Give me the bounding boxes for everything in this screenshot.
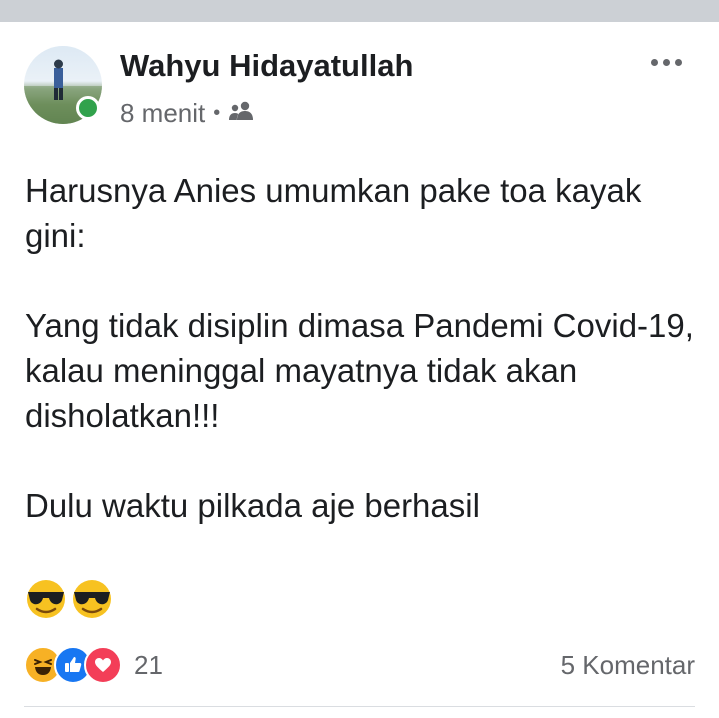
online-status-indicator <box>76 96 100 120</box>
friends-icon[interactable] <box>228 98 254 129</box>
more-dot <box>662 58 670 66</box>
more-dot <box>650 58 658 66</box>
more-dot <box>674 58 682 66</box>
post-meta: 8 menit • <box>120 98 254 129</box>
cool-sunglasses-emoji <box>70 578 114 625</box>
post-paragraph: Harusnya Anies umumkan pake toa kayak gi… <box>25 172 642 254</box>
post-body: Harusnya Anies umumkan pake toa kayak gi… <box>25 168 695 528</box>
comments-count-link[interactable]: 5 Komentar <box>561 650 695 681</box>
meta-separator: • <box>213 102 221 124</box>
profile-avatar[interactable] <box>24 46 102 124</box>
reactions-summary[interactable]: 21 <box>24 646 163 684</box>
post-time[interactable]: 8 menit <box>120 98 205 129</box>
top-separator-bar <box>0 0 719 22</box>
post-paragraph: Dulu waktu pilkada aje berhasil <box>25 487 480 524</box>
author-name[interactable]: Wahyu Hidayatullah <box>120 48 413 84</box>
reaction-count: 21 <box>134 649 163 680</box>
post-paragraph: Yang tidak disiplin dimasa Pandemi Covid… <box>25 307 694 434</box>
footer-divider <box>24 706 695 707</box>
post-emojis <box>24 578 114 625</box>
cool-sunglasses-emoji <box>24 578 68 625</box>
more-options-icon[interactable] <box>646 52 686 72</box>
love-reaction-icon <box>84 646 122 684</box>
